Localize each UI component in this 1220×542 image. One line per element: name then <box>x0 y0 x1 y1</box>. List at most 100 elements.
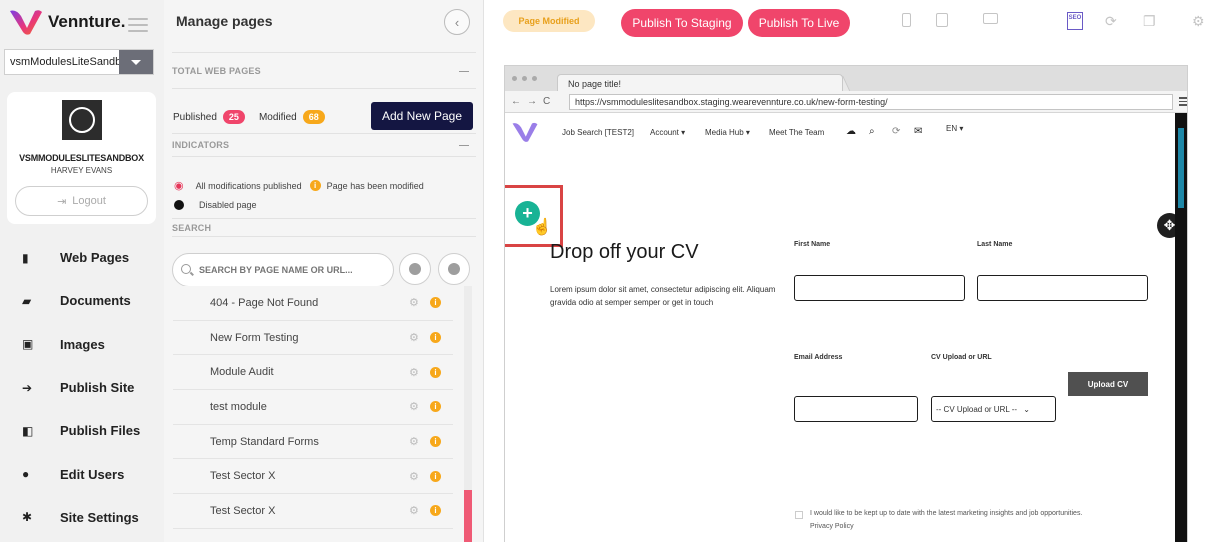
page-list-item[interactable]: Test Sector X ⚙ i <box>173 494 453 529</box>
sidebar-item-label: Images <box>60 336 105 352</box>
cloud-icon[interactable]: ☁ <box>846 126 856 137</box>
browser-tab[interactable]: No page title! <box>557 74 843 92</box>
sidebar-item-documents[interactable]: ▰ Documents <box>0 279 164 322</box>
publish-staging-button[interactable]: Publish To Staging <box>621 9 743 37</box>
site-nav-account[interactable]: Account ▾ <box>650 128 685 137</box>
add-new-page-button[interactable]: Add New Page <box>371 102 473 130</box>
status-badge: Page Modified <box>503 10 595 32</box>
folder-icon: ▰ <box>22 293 32 308</box>
site-select[interactable]: vsmModulesLiteSandbox <box>4 49 154 75</box>
logout-button[interactable]: ⇥ Logout <box>15 186 148 216</box>
page-list-item[interactable]: 404 - Page Not Found ⚙ i <box>173 286 453 321</box>
page-list-item[interactable]: test module ⚙ i <box>173 390 453 425</box>
info-filter-icon <box>409 263 421 275</box>
divider <box>172 52 476 53</box>
site-nav-media-hub[interactable]: Media Hub ▾ <box>705 128 750 137</box>
site-content: Job Search [TEST2] Account ▾ Media Hub ▾… <box>505 113 1182 542</box>
page-modified-icon: i <box>430 332 441 344</box>
page-list-item[interactable]: Module Audit ⚙ i <box>173 355 453 391</box>
site-nav-job-search[interactable]: Job Search [TEST2] <box>562 128 634 137</box>
dot-filter-icon <box>448 263 460 275</box>
menu-toggle-icon[interactable] <box>128 18 148 36</box>
publish-site-icon: ➔ <box>22 380 33 395</box>
language-select[interactable]: EN ▾ <box>946 124 963 133</box>
logout-label: Logout <box>72 195 106 207</box>
filter-modified-button[interactable] <box>399 253 431 285</box>
indicator-legend-row: ◉ All modifications published i Page has… <box>174 179 424 192</box>
brand-logo[interactable]: Vennture. <box>8 8 125 36</box>
collapse-indicators-icon[interactable] <box>459 145 469 146</box>
sidebar-item-publish-files[interactable]: ◧ Publish Files <box>0 409 164 452</box>
page-search-input[interactable] <box>172 253 394 287</box>
brand-name: Vennture. <box>48 12 126 31</box>
browser-nav-icons[interactable]: ←→C <box>511 96 556 107</box>
filter-disabled-button[interactable] <box>438 253 470 285</box>
collapse-panel-button[interactable]: ‹ <box>444 9 470 35</box>
page-name: Temp Standard Forms <box>210 435 319 448</box>
first-name-field[interactable] <box>794 275 965 301</box>
settings-gear-icon[interactable]: ⚙ <box>1192 13 1205 30</box>
refresh-site-icon[interactable]: ⟳ <box>892 126 900 137</box>
url-input[interactable]: https://vsmmoduleslitesandbox.staging.we… <box>569 94 1173 110</box>
page-list-item[interactable]: Temp Standard Forms ⚙ i <box>173 424 453 460</box>
upload-cv-button[interactable]: Upload CV <box>1068 372 1148 396</box>
mobile-view-icon[interactable] <box>902 13 911 27</box>
page-settings-icon[interactable]: ⚙ <box>409 470 419 483</box>
site-logo-icon[interactable] <box>511 121 539 143</box>
email-field[interactable] <box>794 396 918 422</box>
privacy-policy-link[interactable]: Privacy Policy <box>810 523 854 530</box>
page-settings-icon[interactable]: ⚙ <box>409 296 419 309</box>
panel-title: Manage pages <box>176 13 273 29</box>
modified-label: Modified <box>258 111 297 123</box>
mail-icon[interactable]: ✉ <box>914 126 922 137</box>
sidebar-item-label: Edit Users <box>60 466 125 482</box>
page-list-scroll-thumb[interactable] <box>464 490 472 542</box>
site-header: Job Search [TEST2] Account ▾ Media Hub ▾… <box>505 113 1175 153</box>
sidebar-item-site-settings[interactable]: ✱ Site Settings <box>0 496 164 539</box>
divider <box>172 133 476 134</box>
page-list-item[interactable]: New Form Testing ⚙ i <box>173 320 453 356</box>
page-list-item[interactable]: Test Sector X ⚙ i <box>173 459 453 495</box>
chevron-down-icon[interactable] <box>119 50 153 74</box>
tablet-view-icon[interactable] <box>936 13 948 27</box>
refresh-icon[interactable]: ⟳ <box>1105 13 1117 30</box>
page-settings-icon[interactable]: ⚙ <box>409 331 419 344</box>
page-settings-icon[interactable]: ⚙ <box>409 366 419 379</box>
page-modified-icon: i <box>430 505 441 517</box>
collapse-total-icon[interactable] <box>459 71 469 72</box>
preview-scroll-thumb[interactable] <box>1178 128 1184 208</box>
last-name-field[interactable] <box>977 275 1148 301</box>
window-dot-icon <box>532 76 537 81</box>
published-label: Published <box>173 111 217 123</box>
consent-checkbox[interactable] <box>795 511 803 519</box>
indicator-disabled: Disabled page <box>199 200 257 210</box>
site-nav-meet-team[interactable]: Meet The Team <box>769 128 824 137</box>
page-name: Module Audit <box>210 366 274 379</box>
profile-site-name: VSMMODULESLITESANDBOX <box>19 153 144 163</box>
sidebar-item-web-pages[interactable]: ▮ Web Pages <box>0 236 164 279</box>
page-settings-icon[interactable]: ⚙ <box>409 504 419 517</box>
browser-menu-icon[interactable] <box>1179 97 1187 108</box>
form-title: Drop off your CV <box>550 241 699 263</box>
sidebar-item-edit-users[interactable]: ● Edit Users <box>0 452 164 495</box>
page-modified-icon: i <box>430 297 441 309</box>
search-heading: SEARCH <box>172 223 212 233</box>
sidebar-item-images[interactable]: ▣ Images <box>0 323 164 366</box>
user-icon: ● <box>22 467 30 482</box>
page-modified-icon: i <box>430 366 441 378</box>
page-name: test module <box>210 400 267 413</box>
cv-upload-select[interactable]: -- CV Upload or URL -- ⌄ <box>931 396 1056 422</box>
divider <box>172 236 476 237</box>
sidebar-item-publish-site[interactable]: ➔ Publish Site <box>0 366 164 409</box>
seo-flag-icon[interactable]: SEO <box>1067 12 1083 30</box>
desktop-view-icon[interactable] <box>983 13 998 24</box>
publish-files-icon: ◧ <box>22 423 34 438</box>
copy-icon[interactable]: ❐ <box>1143 13 1156 30</box>
profile-card: VSMMODULESLITESANDBOX HARVEY EVANS ⇥ Log… <box>7 92 156 224</box>
publish-live-button[interactable]: Publish To Live <box>748 9 850 37</box>
page-settings-icon[interactable]: ⚙ <box>409 400 419 413</box>
modified-count-badge: 68 <box>302 110 325 124</box>
site-search-icon[interactable]: ⌕ <box>869 126 875 137</box>
first-name-label: First Name <box>794 241 831 248</box>
page-settings-icon[interactable]: ⚙ <box>409 435 419 448</box>
